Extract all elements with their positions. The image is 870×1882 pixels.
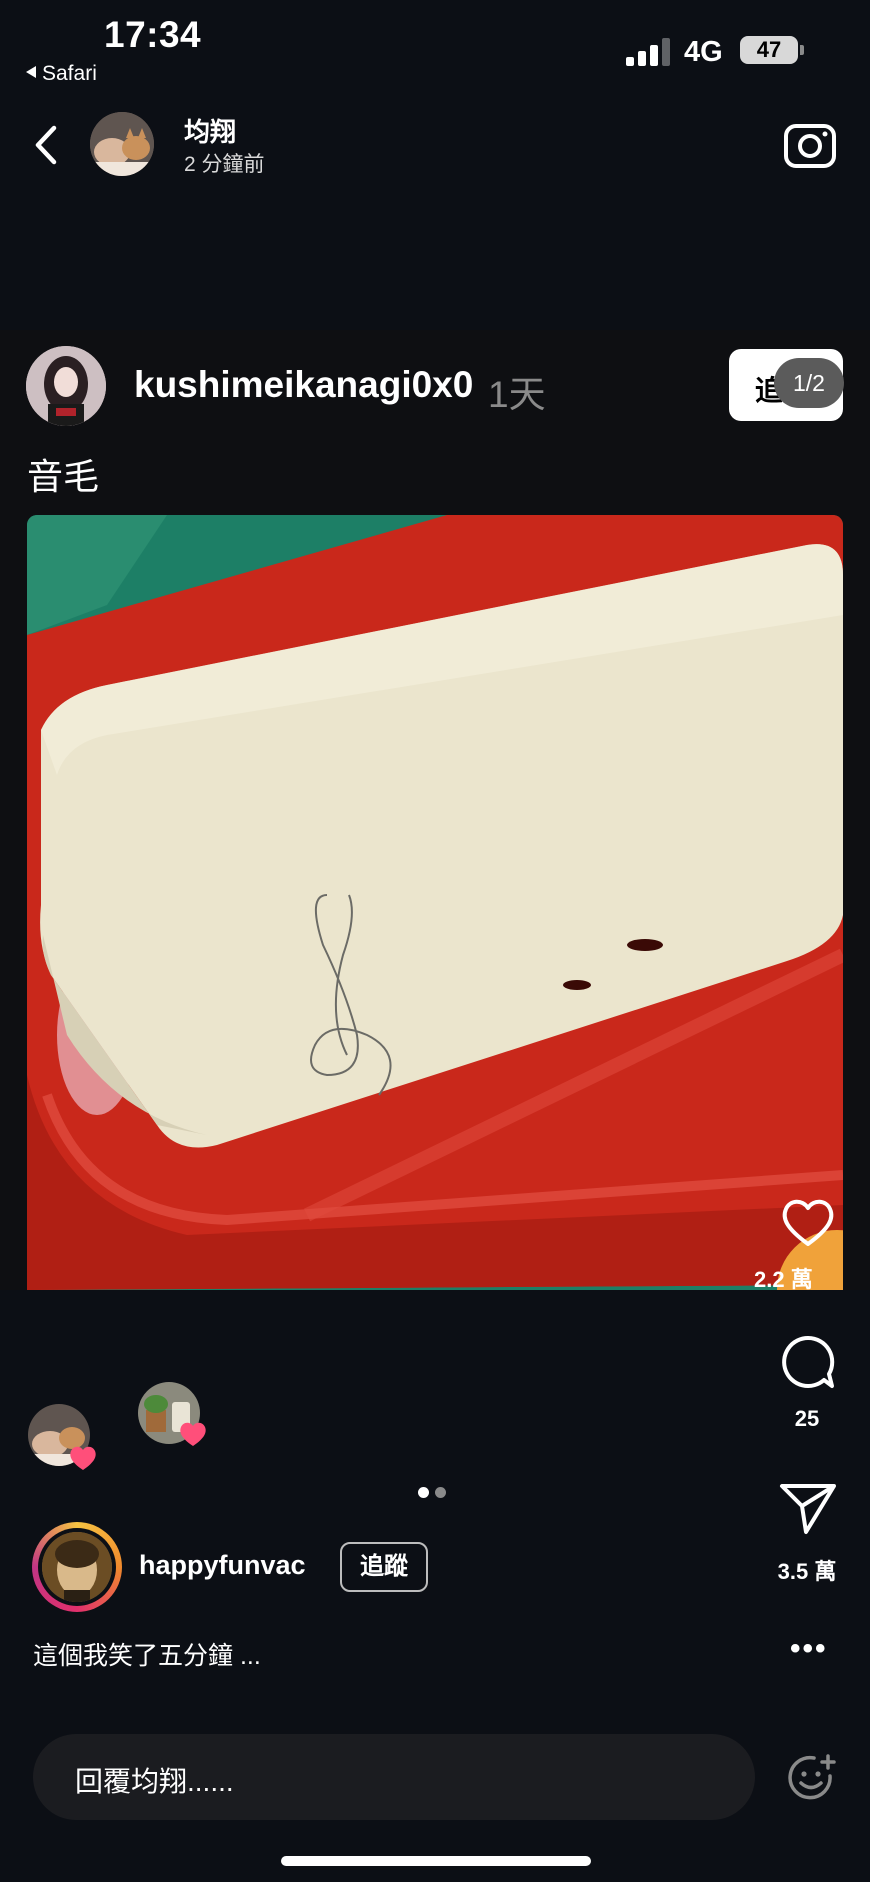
carousel-dot-active [418, 1487, 429, 1498]
status-time: 17:34 [104, 14, 202, 55]
shared-by-avatar[interactable] [42, 1532, 112, 1602]
back-triangle-icon [26, 66, 36, 78]
shared-by-caption: 這個我笑了五分鐘 ... [33, 1642, 261, 1670]
network-label: 4G [684, 36, 723, 68]
heart-reaction-icon [180, 1422, 206, 1446]
shared-by-username[interactable]: happyfunvac [139, 1550, 306, 1581]
comment-icon[interactable] [776, 1330, 840, 1394]
battery-icon: 47 [740, 36, 798, 64]
heart-reaction-icon [70, 1446, 96, 1470]
story-author-avatar[interactable] [90, 112, 154, 176]
more-options-icon[interactable]: ••• [790, 1632, 828, 1666]
camera-icon[interactable] [782, 116, 838, 172]
carousel-dots [418, 1485, 452, 1503]
story-timestamp: 2 分鐘前 [184, 153, 265, 176]
send-icon[interactable] [776, 1476, 840, 1540]
signal-icon [626, 38, 672, 66]
post-author-avatar[interactable] [26, 346, 106, 426]
shared-by-follow-button[interactable]: 追蹤 [340, 1542, 428, 1592]
share-count: 3.5 萬 [777, 1559, 837, 1584]
story-page-indicator: 1/2 [774, 358, 844, 408]
like-count: 2.2 萬 [754, 1267, 813, 1292]
back-app-label: Safari [42, 62, 97, 85]
reply-input[interactable]: 回覆均翔...... [33, 1734, 755, 1820]
battery-tip [800, 45, 804, 55]
heart-icon[interactable] [776, 1190, 840, 1254]
post-age: 1天 [488, 374, 546, 415]
comment-count: 25 [794, 1406, 820, 1431]
reply-placeholder: 回覆均翔...... [75, 1766, 234, 1797]
back-to-safari[interactable]: Safari [26, 62, 97, 86]
chevron-left-icon[interactable] [30, 120, 60, 170]
story-author-name[interactable]: 均翔 [184, 112, 236, 149]
emoji-add-icon[interactable] [786, 1752, 838, 1804]
post-author-username[interactable]: kushimeikanagi0x0 [134, 364, 473, 406]
home-indicator[interactable] [281, 1856, 591, 1866]
post-caption: 音毛 [27, 456, 100, 497]
post-photo[interactable] [27, 515, 843, 1290]
soap-dish-image [27, 515, 843, 1290]
carousel-dot [435, 1487, 446, 1498]
